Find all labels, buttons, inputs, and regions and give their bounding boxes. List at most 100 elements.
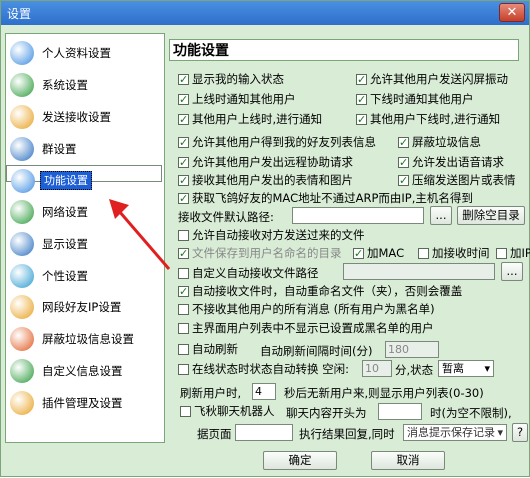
title-bar[interactable]: 设置 ✕ [1,1,529,25]
sidebar-item[interactable]: 插件管理及设置 [6,388,162,418]
checkbox-box[interactable] [178,173,189,189]
help-button[interactable]: ? [512,423,528,442]
auto-status-checkbox[interactable]: 在线状态时状态自动转换 空闲: [178,361,349,377]
sidebar-item[interactable]: 个人资料设置 [6,38,162,68]
checkbox-box[interactable] [178,304,189,315]
window-title: 设置 [7,7,32,21]
refresh-users-input[interactable]: 4 [252,383,276,400]
personality-icon [10,264,34,288]
sidebar-item[interactable]: 屏蔽垃圾信息设置 [6,324,162,354]
checkbox-box[interactable] [418,248,429,259]
checkbox-box[interactable] [178,135,189,151]
chat-prefix-input[interactable] [378,403,422,420]
checkbox-label: 允许发出语音请求 [412,155,504,169]
function-settings-panel: 功能设置 显示我的输入状态 允许其他用户发送闪屏振动 上线时通知其他用户 下线时… [168,33,530,441]
checkbox-label: 其他用户下线时,进行通知 [370,112,501,126]
others-online-notify-checkbox[interactable]: 其他用户上线时,进行通知 [178,111,322,128]
add-mac-checkbox[interactable]: 加MAC [353,245,405,262]
checkbox-box[interactable] [178,284,189,300]
hide-blacklist-checkbox[interactable]: 主界面用户列表中不显示已设置成黑名单的用户 [178,320,434,336]
exec-label: 执行结果回复,同时 [299,427,395,441]
checkbox-box[interactable] [178,112,189,128]
block-spam-icon [10,327,34,351]
auto-rename-checkbox[interactable]: 自动接收文件时，自动重命名文件（夹），否则会覆盖 [178,283,462,300]
checkbox-box[interactable] [353,246,364,262]
chat-robot-checkbox[interactable]: 飞秋聊天机器人 [180,403,275,419]
checkbox-box[interactable] [178,230,189,241]
message-option-select[interactable]: 消息提示保存记录 ▾ [403,424,507,441]
checkbox-box[interactable] [178,364,189,375]
checkbox-box[interactable] [398,135,409,151]
custom-path-input[interactable] [343,263,495,280]
checkbox-box[interactable] [178,344,189,355]
checkbox-label: 飞秋聊天机器人 [194,404,275,418]
mac-via-ip-checkbox[interactable]: 获取飞鸽好友的MAC地址不通过ARP而由IP,主机名得到 [178,190,473,207]
sidebar-item-label: 显示设置 [42,237,88,251]
receive-path-input[interactable] [292,207,424,224]
ip-icon [10,295,34,319]
allow-voice-request-checkbox[interactable]: 允许发出语音请求 [398,154,504,171]
add-receive-time-checkbox[interactable]: 加接收时间 [418,245,490,261]
settings-window: 设置 ✕ 个人资料设置 系统设置 发送接收设置 群设置 功能设置网络设置显示设置个性设置… [0,0,530,477]
checkbox-box[interactable] [178,191,189,207]
custom-receive-path-checkbox[interactable]: 自定义自动接收文件路径 [178,265,319,281]
notify-online-checkbox[interactable]: 上线时通知其他用户 [178,91,296,108]
sidebar-item-label: 插件管理及设置 [42,396,123,410]
checkbox-box[interactable] [180,406,191,417]
checkbox-label: 接收其他用户发出的表情和图片 [192,173,353,187]
auto-refresh-checkbox[interactable]: 自动刷新 [178,341,238,357]
checkbox-box[interactable] [178,72,189,88]
checkbox-label: 加MAC [367,246,405,260]
custom-path-browse-button[interactable]: ... [501,262,523,281]
sidebar-item[interactable]: 自定义信息设置 [6,356,162,386]
sidebar-item[interactable]: 网段好友IP设置 [6,292,162,322]
sidebar-item[interactable]: 个性设置 [6,261,162,291]
checkbox-label: 加接收时间 [432,246,490,260]
network-icon [10,200,34,224]
checkbox-box[interactable] [398,173,409,189]
checkbox-label: 主界面用户列表中不显示已设置成黑名单的用户 [192,321,434,335]
compress-images-checkbox[interactable]: 压缩发送图片或表情 [398,172,516,189]
sidebar-item[interactable]: 发送接收设置 [6,102,162,132]
sidebar-item[interactable]: 网络设置 [6,197,162,227]
checkbox-box[interactable] [356,92,367,108]
allow-screen-shake-checkbox[interactable]: 允许其他用户发送闪屏振动 [356,71,508,88]
idle-status-select[interactable]: 暂离 ▾ [438,360,494,377]
checkbox-label: 允许其他用户发送闪屏振动 [370,72,508,86]
sidebar-item-label: 网络设置 [42,205,88,219]
block-spam-checkbox[interactable]: 屏蔽垃圾信息 [398,134,481,151]
sidebar-item[interactable]: 功能设置 [6,165,162,193]
add-ip-checkbox[interactable]: 加IP [496,245,530,261]
ok-button[interactable]: 确定 [263,451,337,470]
checkbox-box[interactable] [178,246,189,262]
browse-button[interactable]: ... [430,206,452,225]
notify-offline-checkbox[interactable]: 下线时通知其他用户 [356,91,474,108]
allow-remote-assist-checkbox[interactable]: 允许其他用户发出远程协助请求 [178,154,353,171]
close-button[interactable]: ✕ [499,3,525,22]
checkbox-box[interactable] [178,268,189,279]
save-to-username-dir-checkbox[interactable]: 文件保存到用户名命名的目录 [178,245,342,262]
page-label: 据页面 [197,427,232,441]
sidebar-item[interactable]: 系统设置 [6,70,162,100]
checkbox-box[interactable] [178,92,189,108]
checkbox-box[interactable] [356,112,367,128]
checkbox-box[interactable] [496,248,507,259]
cancel-button[interactable]: 取消 [371,451,445,470]
sidebar-item[interactable]: 群设置 [6,134,162,164]
allow-friend-list-checkbox[interactable]: 允许其他用户得到我的好友列表信息 [178,134,376,151]
blacklist-all-checkbox[interactable]: 不接收其他用户的所有消息 (所有用户为黑名单) [178,301,435,317]
checkbox-label: 自动刷新 [192,342,238,356]
checkbox-box[interactable] [178,323,189,334]
auto-receive-files-checkbox[interactable]: 允许自动接收对方发送过来的文件 [178,227,365,243]
checkbox-box[interactable] [178,155,189,171]
delete-empty-dir-button[interactable]: 删除空目录 [457,206,525,225]
page-input[interactable] [235,424,293,441]
receive-emoticons-checkbox[interactable]: 接收其他用户发出的表情和图片 [178,172,353,189]
others-offline-notify-checkbox[interactable]: 其他用户下线时,进行通知 [356,111,501,128]
checkbox-box[interactable] [398,155,409,171]
idle-minutes-input[interactable]: 10 [362,360,392,377]
show-input-status-checkbox[interactable]: 显示我的输入状态 [178,71,284,88]
refresh-interval-input[interactable]: 180 [385,341,439,358]
checkbox-box[interactable] [356,72,367,88]
sidebar-item[interactable]: 显示设置 [6,229,162,259]
